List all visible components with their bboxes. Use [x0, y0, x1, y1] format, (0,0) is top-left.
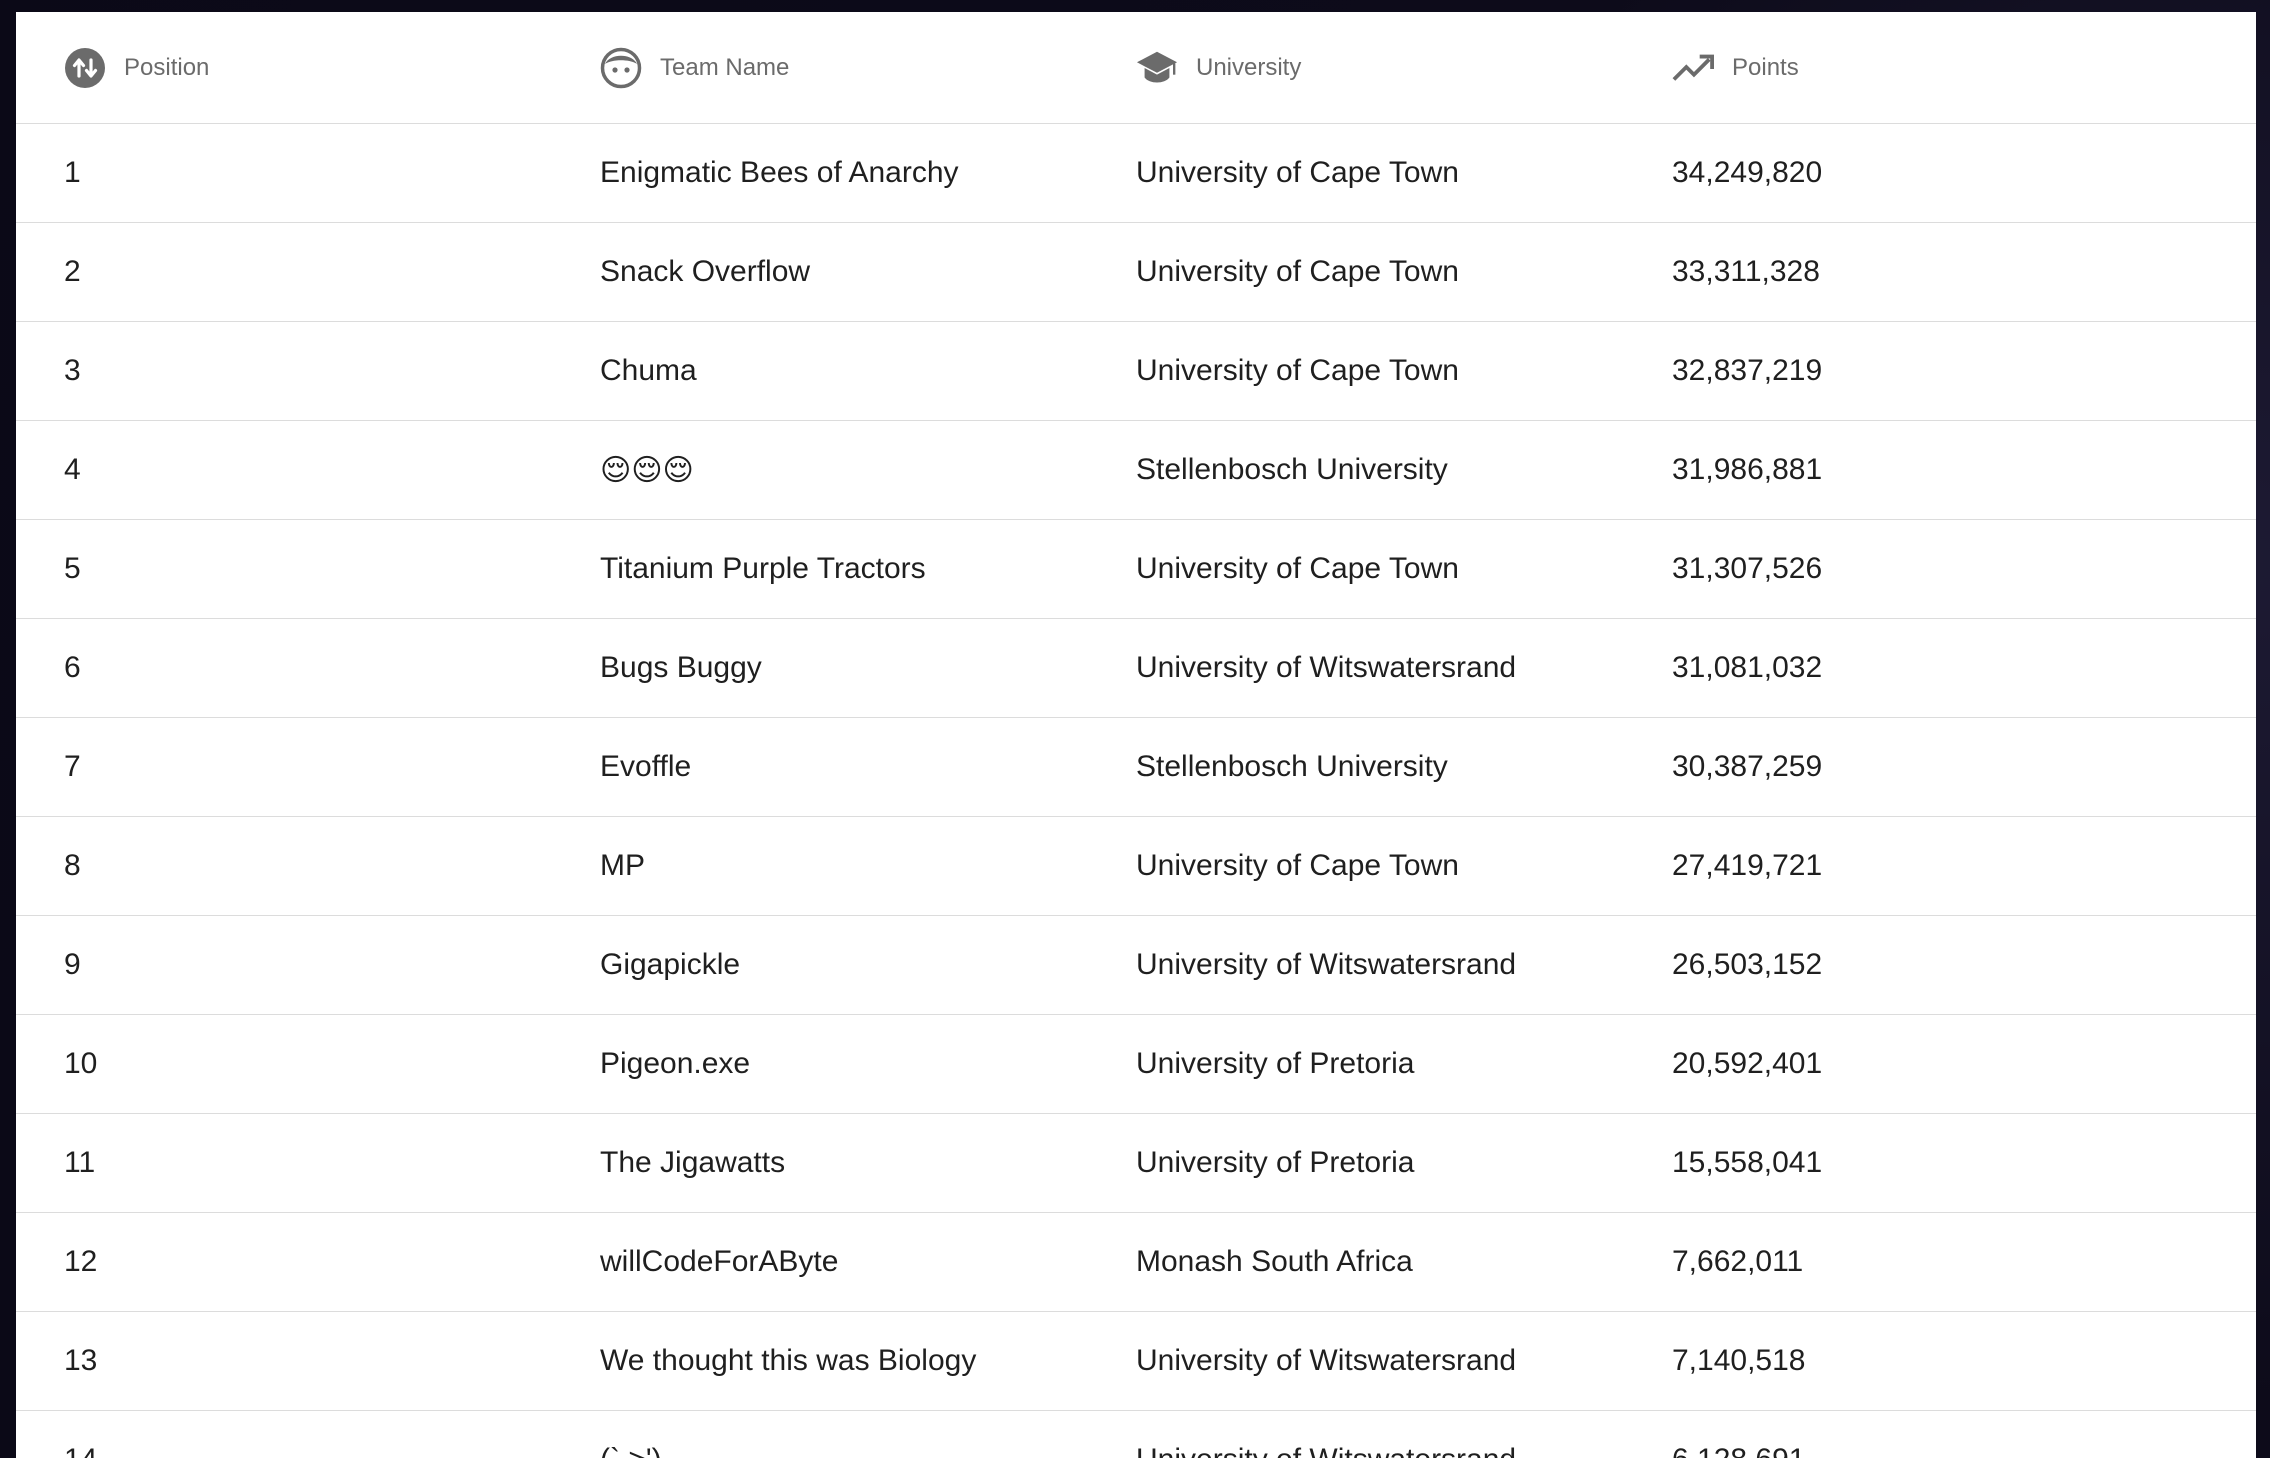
points-cell: 6,128,691: [1672, 1411, 1805, 1458]
team-name-cell: Pigeon.exe: [600, 1047, 751, 1080]
team-name-cell: Chuma: [600, 354, 697, 387]
team-name-cell: MP: [600, 849, 645, 882]
university-cell: University of Cape Town: [1136, 849, 1459, 882]
university-cell: University of Witswatersrand: [1136, 651, 1517, 684]
team-name-cell: Enigmatic Bees of Anarchy: [600, 156, 959, 189]
position-cell: 13: [64, 1344, 98, 1377]
points-cell: 20,592,401: [1672, 1047, 1823, 1080]
table-row: 11 The Jigawatts University of Pretoria 15,…: [16, 1114, 2256, 1213]
page-background: Position Team Name University Points 1 E…: [0, 0, 2270, 1458]
leaderboard-table: Position Team Name University Points 1 E…: [16, 12, 2256, 1458]
table-row: 8 MP University of Cape Town 27,419,721: [16, 817, 2256, 916]
points-cell: 15,558,041: [1672, 1146, 1823, 1179]
university-cell: University of Witswatersrand: [1136, 1411, 1516, 1458]
university-cell: University of Cape Town: [1136, 156, 1459, 189]
table-row: 3 Chuma University of Cape Town 32,837,219: [16, 322, 2256, 421]
team-name-cell: (` >'): [600, 1411, 662, 1458]
university-cell: University of Cape Town: [1136, 354, 1459, 387]
points-cell: 31,307,526: [1672, 552, 1823, 585]
face-icon: [600, 47, 642, 89]
team-name-cell: Bugs Buggy: [600, 651, 762, 684]
header-points[interactable]: Points: [1672, 12, 1799, 123]
university-cell: Stellenbosch University: [1136, 453, 1448, 486]
table-row: 13 We thought this was Biology University …: [16, 1312, 2256, 1411]
position-cell: 14: [64, 1411, 97, 1458]
position-cell: 7: [64, 750, 81, 783]
team-name-cell: willCodeForAByte: [600, 1245, 839, 1278]
header-position[interactable]: Position: [64, 12, 209, 123]
position-cell: 12: [64, 1245, 98, 1278]
position-cell: 3: [64, 354, 81, 387]
position-cell: 8: [64, 849, 81, 882]
table-row: 12 willCodeForAByte Monash South Africa 7,6…: [16, 1213, 2256, 1312]
header-points-label: Points: [1732, 53, 1799, 81]
table-row: 1 Enigmatic Bees of Anarchy University of …: [16, 124, 2256, 223]
position-cell: 11: [64, 1146, 96, 1179]
table-row: 5 Titanium Purple Tractors University of C…: [16, 520, 2256, 619]
position-cell: 10: [64, 1047, 98, 1080]
university-cell: University of Witswatersrand: [1136, 1344, 1517, 1377]
team-name-cell: Evoffle: [600, 750, 692, 783]
header-university-label: University: [1196, 53, 1302, 81]
university-cell: University of Pretoria: [1136, 1146, 1415, 1179]
points-cell: 32,837,219: [1672, 354, 1823, 387]
points-cell: 33,311,328: [1672, 255, 1820, 288]
position-cell: 2: [64, 255, 81, 288]
points-cell: 26,503,152: [1672, 948, 1823, 981]
university-cell: Monash South Africa: [1136, 1245, 1413, 1278]
university-cell: University of Pretoria: [1136, 1047, 1415, 1080]
graduation-cap-icon: [1136, 47, 1178, 89]
team-name-cell: We thought this was Biology: [600, 1344, 977, 1377]
table-row: 14 (` >') University of Witswatersrand 6,12…: [16, 1411, 2256, 1458]
table-row: 9 Gigapickle University of Witswatersrand 2…: [16, 916, 2256, 1015]
swap-vertical-icon: [64, 47, 106, 89]
header-team-name-label: Team Name: [660, 53, 790, 81]
team-name-cell: Snack Overflow: [600, 255, 811, 288]
table-row: 4 😌😌😌 Stellenbosch University 31,986,881: [16, 421, 2256, 520]
university-cell: University of Witswatersrand: [1136, 948, 1517, 981]
table-row: 6 Bugs Buggy University of Witswatersrand 3…: [16, 619, 2256, 718]
team-name-cell: Gigapickle: [600, 948, 741, 981]
team-name-cell: Titanium Purple Tractors: [600, 552, 926, 585]
team-name-cell: 😌😌😌: [600, 453, 694, 487]
header-position-label: Position: [124, 53, 210, 81]
points-cell: 30,387,259: [1672, 750, 1823, 783]
university-cell: Stellenbosch University: [1136, 750, 1448, 783]
header-team-name[interactable]: Team Name: [600, 12, 789, 123]
university-cell: University of Cape Town: [1136, 552, 1459, 585]
points-cell: 27,419,721: [1672, 849, 1823, 882]
position-cell: 5: [64, 552, 81, 585]
position-cell: 1: [64, 156, 81, 189]
points-cell: 34,249,820: [1672, 156, 1823, 189]
position-cell: 9: [64, 948, 81, 981]
header-university[interactable]: University: [1136, 12, 1301, 123]
points-cell: 7,140,518: [1672, 1344, 1806, 1377]
table-row: 2 Snack Overflow University of Cape Town 33…: [16, 223, 2256, 322]
position-cell: 4: [64, 453, 81, 486]
table-row: 10 Pigeon.exe University of Pretoria 20,592…: [16, 1015, 2256, 1114]
table-body: 1 Enigmatic Bees of Anarchy University of …: [16, 124, 2256, 1458]
university-cell: University of Cape Town: [1136, 255, 1459, 288]
position-cell: 6: [64, 651, 81, 684]
points-cell: 7,662,011: [1672, 1245, 1804, 1278]
team-name-cell: The Jigawatts: [600, 1146, 786, 1179]
points-cell: 31,986,881: [1672, 453, 1823, 486]
table-header-row: Position Team Name University Points: [16, 12, 2256, 124]
table-row: 7 Evoffle Stellenbosch University 30,387,25…: [16, 718, 2256, 817]
points-cell: 31,081,032: [1672, 651, 1823, 684]
trending-up-icon: [1672, 47, 1714, 89]
